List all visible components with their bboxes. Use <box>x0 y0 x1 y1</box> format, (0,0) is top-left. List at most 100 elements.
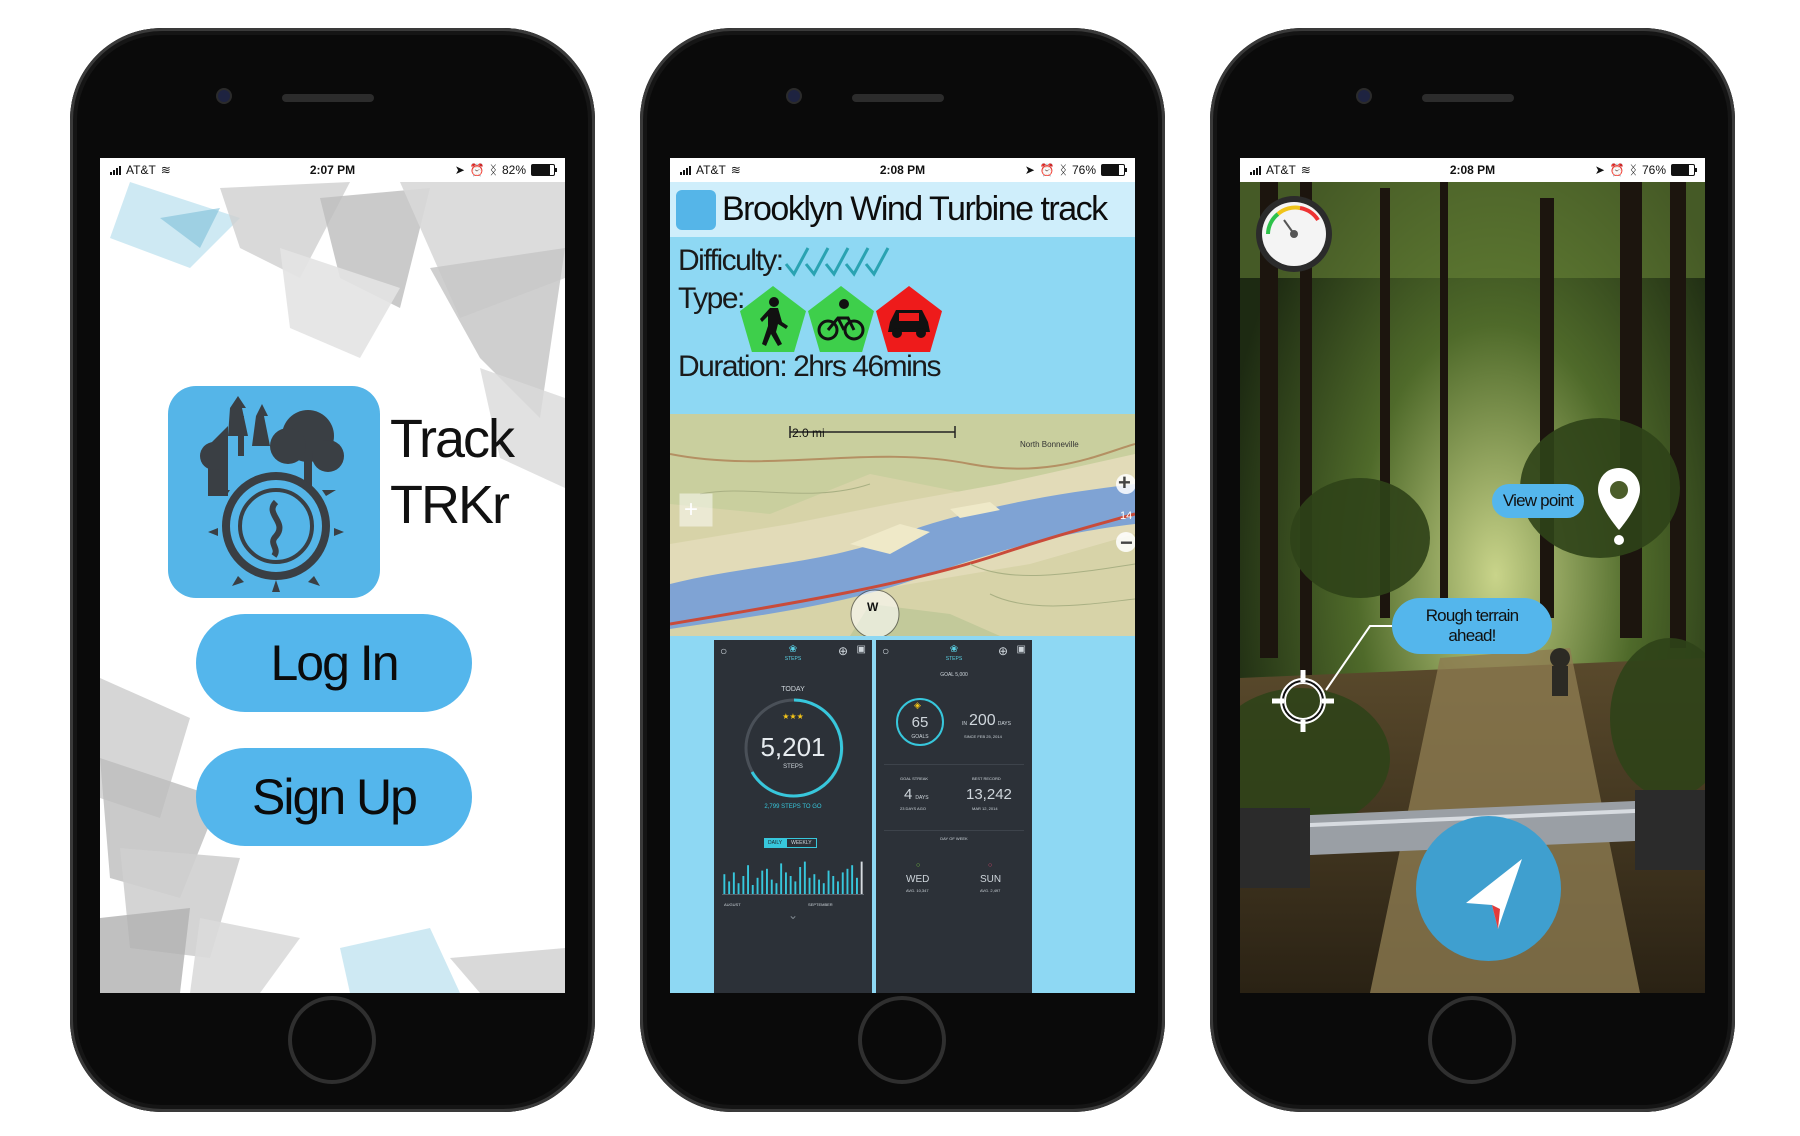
type-car[interactable] <box>876 286 942 352</box>
goals-value: 65 <box>911 714 929 731</box>
share-icon[interactable]: ▣ <box>1017 644 1026 655</box>
difficulty-checkmarks-icon <box>784 247 890 277</box>
signal-icon <box>680 165 691 175</box>
streak-ago: 23 DAYS AGO <box>900 806 926 811</box>
steps-bar <box>851 865 854 894</box>
track-header: Brooklyn Wind Turbine track <box>670 182 1135 237</box>
steps-footprint-icon: ❀ <box>788 644 798 655</box>
steps-bar <box>728 881 731 894</box>
alarm-icon: ⏰ <box>1039 163 1055 177</box>
track-map[interactable]: 2.0 mi North Bonneville + + 14 − W <box>670 414 1135 636</box>
rating-stars-icon: ★★★ <box>782 712 804 721</box>
sign-up-button[interactable]: Sign Up <box>196 748 472 846</box>
phone-track-detail: AT&T ≋ 2:08 PM ➤ ⏰ ᛝ 76% Brooklyn Wind T… <box>640 28 1165 1112</box>
steps-bar <box>832 876 835 894</box>
steps-header: STEPS <box>945 656 963 662</box>
streak-label: GOAL STREAK <box>900 776 929 781</box>
day-of-week-label: DAY OF WEEK <box>940 836 968 841</box>
in-prefix: IN <box>962 721 967 727</box>
track-info: Difficulty: Type: Duration: 2hrs 46mins <box>670 240 1135 402</box>
chevron-down-icon[interactable]: ⌄ <box>714 908 872 922</box>
battery-icon <box>1671 164 1697 176</box>
today-label: TODAY <box>781 686 805 693</box>
home-button[interactable] <box>288 996 376 1084</box>
steps-bar <box>770 879 773 894</box>
steps-bar <box>785 872 787 894</box>
app-logo <box>168 386 380 598</box>
alarm-icon: ⏰ <box>1609 163 1625 177</box>
steps-bar <box>841 872 844 894</box>
log-in-button[interactable]: Log In <box>196 614 472 712</box>
add-icon[interactable]: ⊕ <box>998 644 1008 658</box>
front-camera <box>1358 90 1370 102</box>
navigate-button[interactable] <box>1416 816 1561 961</box>
clock: 2:08 PM <box>1449 163 1496 177</box>
steps-panel: ○ ❀ STEPS ⊕ ▣ TODAY ★★★ 5,201 STEPS 2,79… <box>714 640 872 993</box>
zoom-out-button[interactable]: − <box>1120 530 1133 556</box>
front-camera <box>788 90 800 102</box>
goals-panel: ○ ❀ STEPS ⊕ ▣ GOAL 5,000 ◈ 65 GOALS IN 2… <box>876 640 1032 993</box>
steps-bar <box>827 870 830 894</box>
zoom-in-button[interactable]: + <box>1118 470 1131 496</box>
steps-bar <box>856 877 858 894</box>
view-point-callout[interactable]: View point <box>1492 484 1584 518</box>
days-count: IN 200 DAYS <box>962 712 1011 730</box>
tab-daily[interactable]: DAILY <box>764 838 787 848</box>
cycling-icon <box>817 299 865 341</box>
daily-steps-chart <box>722 861 864 895</box>
speedometer-icon[interactable] <box>1254 194 1334 274</box>
track-detail-screen: AT&T ≋ 2:08 PM ➤ ⏰ ᛝ 76% Brooklyn Wind T… <box>670 158 1135 993</box>
location-arrow-icon: ➤ <box>1594 163 1605 177</box>
steps-bar <box>808 877 811 894</box>
share-icon[interactable]: ▣ <box>857 644 866 655</box>
app-name-line-2: TRKr <box>390 475 510 535</box>
signal-icon <box>110 165 121 175</box>
wifi-icon: ≋ <box>1300 163 1311 177</box>
earpiece-speaker <box>1422 94 1514 102</box>
home-button[interactable] <box>1428 996 1516 1084</box>
login-screen: AT&T ≋ 2:07 PM ➤ ⏰ ᛝ 82% Track TRKr Log … <box>100 158 565 993</box>
steps-bar <box>846 868 849 894</box>
map-pin-icon[interactable] <box>1594 466 1644 546</box>
wed-dot-icon: ○ <box>916 862 921 869</box>
axis-label-august: AUGUST <box>724 902 741 907</box>
phone-login: AT&T ≋ 2:07 PM ➤ ⏰ ᛝ 82% Track TRKr Log … <box>70 28 595 1112</box>
type-walking[interactable] <box>740 286 806 352</box>
steps-bar <box>747 865 749 894</box>
app-logo-icon[interactable] <box>676 189 716 230</box>
rough-terrain-callout[interactable]: Rough terrain ahead! <box>1392 598 1552 654</box>
walking-icon <box>760 297 788 346</box>
bluetooth-icon: ᛝ <box>1059 163 1067 177</box>
app-name: Track TRKr <box>390 406 515 538</box>
wifi-icon: ≋ <box>160 163 171 177</box>
stats-area: ○ ❀ STEPS ⊕ ▣ TODAY ★★★ 5,201 STEPS 2,79… <box>670 636 1135 993</box>
location-arrow-icon: ➤ <box>454 163 465 177</box>
type-cycling[interactable] <box>808 286 874 352</box>
car-icon <box>888 310 930 338</box>
days-value: 200 <box>969 712 996 729</box>
add-icon[interactable]: ⊕ <box>838 644 848 658</box>
home-button[interactable] <box>858 996 946 1084</box>
battery-percent: 76% <box>1641 163 1666 177</box>
steps-bar <box>756 877 759 894</box>
crosshair-target-icon[interactable] <box>1268 666 1338 736</box>
steps-to-go: 2,799 STEPS TO GO <box>764 804 822 810</box>
steps-bar <box>751 885 754 894</box>
clock: 2:07 PM <box>309 163 356 177</box>
duration-label: Duration: 2hrs 46mins <box>678 350 941 383</box>
sun-dot-icon: ○ <box>988 862 993 869</box>
day2-name: SUN <box>980 874 1002 885</box>
record-date: MAR 12, 2014 <box>972 806 998 811</box>
goals-label: GOALS <box>911 734 929 740</box>
zoom-level: 14 <box>1120 510 1133 522</box>
period-tabs: DAILY WEEKLY <box>764 838 817 848</box>
day1-name: WED <box>906 874 930 885</box>
steps-bar <box>737 883 740 894</box>
map-expand-icon[interactable]: + <box>684 496 698 524</box>
tab-weekly[interactable]: WEEKLY <box>786 838 817 848</box>
wifi-icon: ≋ <box>730 163 741 177</box>
compass-icon[interactable]: W <box>867 600 878 614</box>
difficulty-label: Difficulty: <box>678 244 784 277</box>
map-place-label: North Bonneville <box>1020 440 1079 449</box>
battery-level <box>1102 165 1119 175</box>
